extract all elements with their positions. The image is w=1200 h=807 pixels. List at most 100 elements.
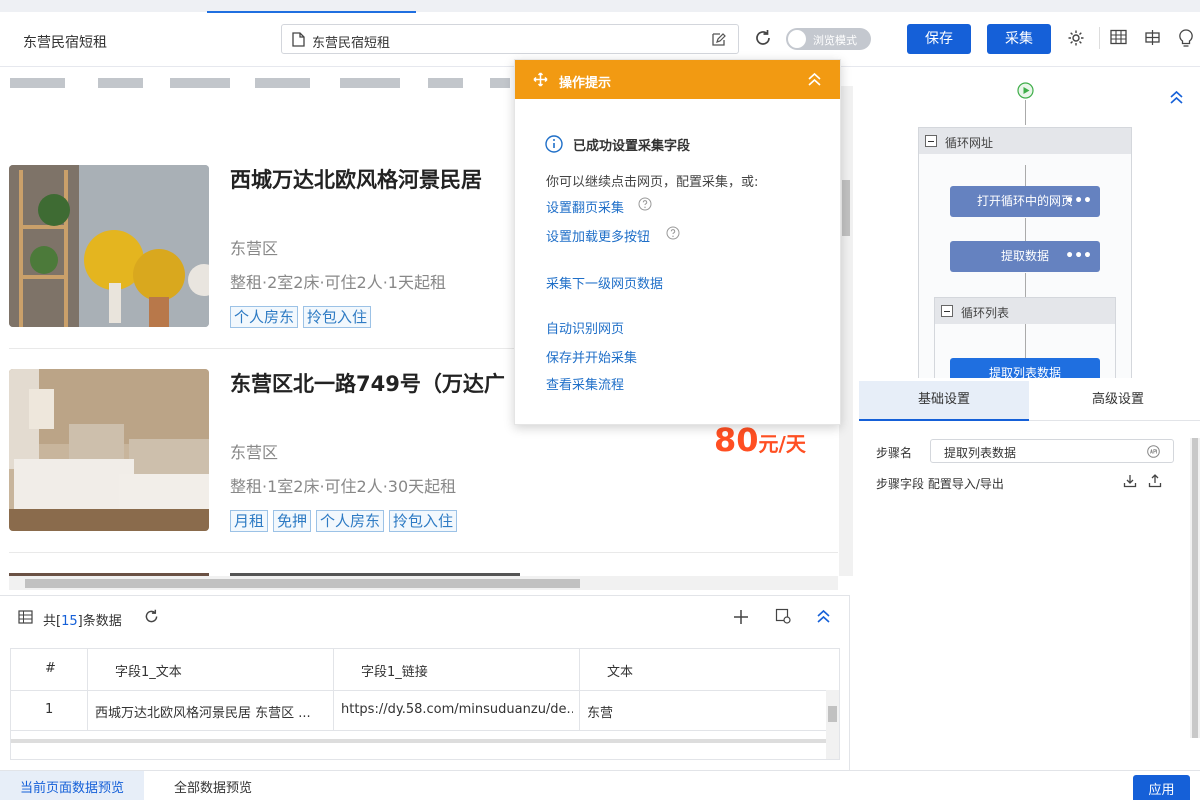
tab-advanced-settings[interactable]: 高级设置 bbox=[1033, 381, 1200, 421]
operation-tips-popup: 操作提示 已成功设置采集字段 你可以继续点击网页，配置采集，或: 设置翻页采集 … bbox=[514, 59, 841, 425]
workflow-panel: 循环网址 打开循环中的网页 ••• 提取数据 ••• 循环列表 提取列表数据 bbox=[859, 68, 1200, 378]
collapse-icon[interactable] bbox=[807, 72, 822, 86]
count-suffix: ]条数据 bbox=[77, 614, 122, 629]
step-name-input[interactable]: 提取列表数据 bbox=[930, 439, 1174, 463]
move-icon[interactable] bbox=[533, 72, 548, 87]
row-divider bbox=[11, 730, 839, 731]
column-header: # bbox=[45, 661, 56, 676]
partial-row bbox=[11, 739, 826, 743]
collapse-flow-icon[interactable] bbox=[1169, 90, 1184, 104]
column-divider bbox=[87, 649, 88, 731]
flow-connector bbox=[1025, 165, 1026, 186]
loop-url-header[interactable]: 循环网址 bbox=[919, 128, 1131, 154]
listing-photo[interactable] bbox=[9, 165, 209, 327]
step-open-page[interactable]: 打开循环中的网页 ••• bbox=[950, 186, 1100, 217]
scrollbar-thumb[interactable] bbox=[25, 579, 580, 588]
row-divider bbox=[11, 690, 839, 691]
scrollbar-thumb[interactable] bbox=[842, 180, 850, 236]
loop-list-header[interactable]: 循环列表 bbox=[935, 298, 1115, 324]
flow-connector bbox=[1025, 273, 1026, 297]
step-extract-list[interactable]: 提取列表数据 bbox=[950, 358, 1100, 378]
step-fields-label: 步骤字段 配置导入/导出 bbox=[876, 477, 1004, 491]
collect-button[interactable]: 采集 bbox=[987, 24, 1051, 54]
table-cell[interactable]: https://dy.58.com/minsuduanzu/de... bbox=[341, 702, 573, 717]
browse-mode-toggle[interactable]: 浏览模式 bbox=[786, 28, 871, 50]
step-label: 提取数据 bbox=[1000, 249, 1049, 263]
more-icon[interactable]: ••• bbox=[1065, 241, 1092, 272]
tag: 拎包入住 bbox=[303, 306, 372, 328]
task-title: 东营民宿短租 bbox=[23, 35, 107, 51]
scrollbar-thumb[interactable] bbox=[828, 706, 837, 722]
link-save-start[interactable]: 保存并开始采集 bbox=[546, 347, 637, 366]
price-unit: 元/天 bbox=[758, 432, 806, 456]
tab-all-data-preview[interactable]: 全部数据预览 bbox=[174, 771, 252, 807]
tab-current-page-preview[interactable]: 当前页面数据预览 bbox=[0, 771, 144, 800]
edit-url-icon[interactable] bbox=[711, 32, 726, 47]
listing-info: 整租·1室2床·可住2人·30天起租 bbox=[230, 477, 457, 496]
field-settings-icon[interactable] bbox=[775, 608, 792, 625]
table-cell[interactable]: 东营 bbox=[587, 702, 613, 721]
listing-title[interactable]: 西城万达北欧风格河景民居 bbox=[230, 164, 482, 194]
table-scrollbar[interactable] bbox=[826, 690, 839, 759]
gear-icon[interactable] bbox=[1067, 29, 1085, 47]
flow-connector bbox=[1025, 218, 1026, 241]
listing-photo[interactable] bbox=[9, 369, 209, 531]
step-name-label: 步骤名 bbox=[876, 446, 913, 460]
listing-title[interactable]: 东营区北一路749号（万达广 bbox=[230, 368, 505, 398]
save-button[interactable]: 保存 bbox=[907, 24, 971, 54]
price-value: 80 bbox=[714, 421, 759, 459]
collapse-minus-icon[interactable] bbox=[925, 135, 937, 147]
import-icon[interactable] bbox=[1123, 474, 1137, 488]
export-icon[interactable] bbox=[1148, 474, 1162, 488]
tips-title: 操作提示 bbox=[559, 76, 612, 91]
tag: 个人房东 bbox=[230, 306, 299, 328]
link-next-level[interactable]: 采集下一级网页数据 bbox=[546, 273, 663, 292]
nav-fragment bbox=[10, 78, 65, 88]
table-icon[interactable] bbox=[1110, 29, 1127, 45]
help-icon[interactable] bbox=[666, 226, 680, 240]
tips-header[interactable]: 操作提示 bbox=[515, 60, 840, 99]
refresh-icon[interactable] bbox=[753, 28, 773, 48]
help-icon[interactable] bbox=[638, 197, 652, 211]
lightbulb-icon[interactable] bbox=[1178, 29, 1194, 48]
add-icon[interactable] bbox=[733, 609, 749, 625]
nav-fragment bbox=[255, 78, 310, 88]
link-view-flow[interactable]: 查看采集流程 bbox=[546, 374, 624, 393]
step-extract-data[interactable]: 提取数据 ••• bbox=[950, 241, 1100, 272]
nav-fragment bbox=[170, 78, 230, 88]
divider bbox=[1099, 27, 1100, 49]
collapse-minus-icon[interactable] bbox=[941, 305, 953, 317]
link-load-more[interactable]: 设置加载更多按钮 bbox=[546, 226, 650, 245]
url-input[interactable]: 东营民宿短租 bbox=[281, 24, 739, 54]
tab-strip bbox=[0, 0, 1200, 13]
start-icon bbox=[1017, 82, 1034, 99]
tag: 个人房东 bbox=[316, 510, 385, 532]
success-message: 已成功设置采集字段 bbox=[573, 139, 691, 154]
listing-tags: 月租 免押 个人房东 拎包入住 bbox=[230, 510, 458, 532]
more-icon[interactable]: ••• bbox=[1065, 186, 1092, 217]
column-header[interactable]: 字段1_文本 bbox=[115, 661, 182, 680]
scrollbar-thumb[interactable] bbox=[1192, 438, 1198, 738]
column-header[interactable]: 文本 bbox=[607, 661, 633, 680]
page-horizontal-scrollbar[interactable] bbox=[9, 576, 838, 590]
link-pagination[interactable]: 设置翻页采集 bbox=[546, 197, 624, 216]
apply-button[interactable]: 应用 bbox=[1133, 775, 1190, 800]
tag: 免押 bbox=[273, 510, 312, 532]
settings-tabs: 基础设置 高级设置 bbox=[859, 381, 1200, 421]
layout-icon[interactable] bbox=[1144, 29, 1161, 46]
listing-price: 80元/天 bbox=[714, 421, 806, 459]
data-table: # 字段1_文本 字段1_链接 文本 1 西城万达北欧风格河景民居 东营区 ..… bbox=[10, 648, 840, 760]
flow-connector bbox=[1025, 100, 1026, 125]
api-icon[interactable] bbox=[1147, 445, 1160, 458]
nav-fragment bbox=[490, 78, 510, 88]
listing-district: 东营区 bbox=[230, 239, 279, 258]
nav-fragment bbox=[98, 78, 143, 88]
column-header[interactable]: 字段1_链接 bbox=[361, 661, 428, 680]
link-auto-detect[interactable]: 自动识别网页 bbox=[546, 318, 624, 337]
tab-basic-settings[interactable]: 基础设置 bbox=[859, 381, 1029, 421]
settings-scrollbar[interactable] bbox=[1190, 438, 1200, 738]
refresh-icon[interactable] bbox=[143, 608, 160, 625]
page-vertical-scrollbar[interactable] bbox=[839, 86, 853, 576]
table-cell[interactable]: 西城万达北欧风格河景民居 东营区 ... bbox=[95, 702, 327, 721]
collapse-panel-icon[interactable] bbox=[816, 609, 831, 623]
